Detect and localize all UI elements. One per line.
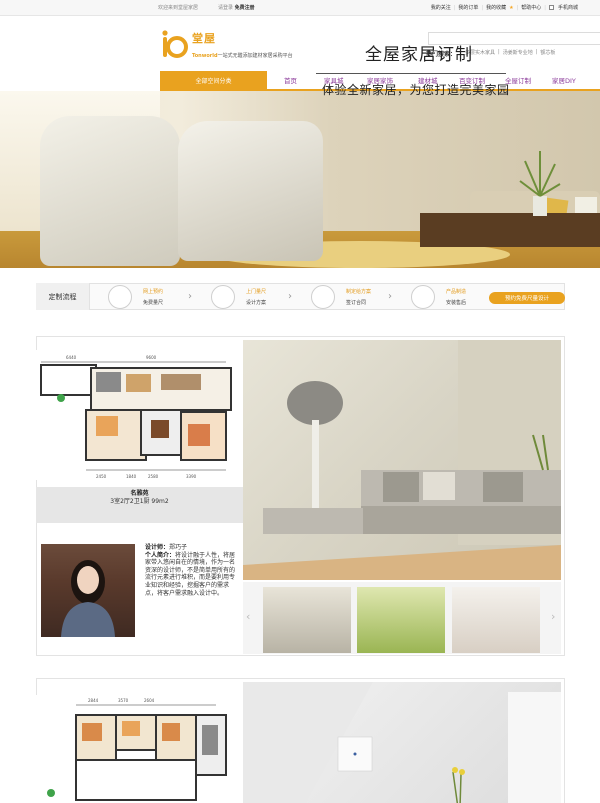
plan-dim: 2580	[148, 474, 159, 479]
banner-coffee-table	[420, 213, 600, 247]
brand-name: 堂屋	[192, 32, 216, 45]
plan-dim: 3390	[186, 474, 197, 479]
slogan-cn: 一站式无醛添加建材家居采购平台	[217, 53, 293, 59]
free-icon	[108, 285, 132, 309]
top-bar: 欢迎来到堂屋家居 请登录 免费注册 我的关注 | 我的订单 | 我的收藏 ★ | 帮助中…	[0, 0, 600, 16]
room-photo[interactable]	[243, 340, 561, 580]
intro-label: 个人简介：	[145, 551, 176, 559]
designer-name: 郑巧子	[169, 544, 188, 551]
star-icon: ★	[509, 4, 514, 11]
plan-dim: 2604	[144, 698, 155, 703]
step-title: 网上预约	[143, 289, 164, 295]
step-title: 制定给方案	[346, 289, 372, 295]
banner-chair-right	[178, 121, 323, 261]
my-follows-link[interactable]: 我的关注	[431, 4, 451, 11]
chevron-left-icon[interactable]: ‹	[246, 610, 250, 623]
banner-divider	[316, 73, 506, 74]
case-spec: 3室2厅2卫1厨 99m2	[110, 498, 169, 505]
banner-subtitle: 体验全新家居，为您打造完美家园	[322, 83, 510, 97]
top-bar-right: 我的关注 | 我的订单 | 我的收藏 ★ | 帮助中心 | 手机商城	[430, 4, 578, 12]
banner-title: 全屋家居订制	[365, 45, 473, 65]
nav-item-home[interactable]: 首页	[284, 75, 297, 85]
contract-icon	[311, 285, 335, 309]
register-link[interactable]: 免费注册	[235, 5, 255, 11]
truck-icon	[411, 285, 435, 309]
chevron-right-icon: ›	[388, 291, 392, 302]
brand-logo-icon[interactable]	[160, 29, 188, 59]
ruler-icon	[211, 285, 235, 309]
step-title: 产品制造	[446, 289, 467, 295]
banner-chair-left	[40, 116, 180, 266]
login-link[interactable]: 请登录	[218, 5, 233, 11]
plan-dim: 1840	[126, 474, 137, 479]
chevron-right-icon[interactable]: ›	[551, 610, 555, 623]
floor-plan[interactable]: 2844 3570 2604	[36, 695, 243, 803]
welcome-text: 欢迎来到堂屋家居	[158, 5, 199, 11]
step-title: 上门量尺	[246, 289, 267, 295]
step-desc: 签订合同	[346, 300, 367, 306]
hot-search-list: 多层实木家具 | 汤姜斯专业地 | 额芯板	[465, 49, 556, 56]
designer-intro: 将设计融于人性，将居家带入悠闲自在的情境，作为一名资深的设计师，不是简单用所有的…	[145, 551, 236, 597]
plan-dim: 2450	[96, 474, 107, 479]
step-desc: 免费量尺	[143, 300, 164, 306]
room-photo[interactable]	[243, 682, 561, 803]
book-free-design-button[interactable]: 预约免费尺量设计	[489, 292, 565, 304]
designer-avatar[interactable]	[41, 544, 135, 637]
plan-dim: 9600	[146, 355, 157, 360]
designer-info: 设计师：郑巧子 个人简介：将设计融于人性，将居家带入悠闲自在的情境，作为一名资深…	[145, 544, 237, 597]
chevron-right-icon: ›	[188, 291, 192, 302]
chevron-right-icon: ›	[288, 291, 292, 302]
my-favorites-link[interactable]: 我的收藏	[486, 4, 506, 11]
slogan-en: Tonworld	[192, 53, 218, 59]
floor-plan[interactable]: 6440 9600 2450 1840 2580 3390	[36, 350, 243, 480]
hot-search-item[interactable]: 额芯板	[540, 49, 555, 56]
hero-banner[interactable]	[0, 91, 600, 268]
step-desc: 设计方案	[246, 300, 267, 306]
thumbnail[interactable]	[452, 587, 540, 653]
plan-dim: 6440	[66, 355, 77, 360]
slogan: Tonworld一站式无醛添加建材家居采购平台	[192, 52, 293, 59]
thumbnail[interactable]	[263, 587, 351, 653]
my-orders-link[interactable]: 我的订单	[458, 4, 478, 11]
plan-dim: 3570	[118, 698, 129, 703]
phone-icon	[548, 5, 554, 10]
mobile-mall-link[interactable]: 手机商城	[558, 4, 578, 11]
all-categories-button[interactable]: 全部空间分类	[160, 71, 267, 90]
plan-dim: 2844	[88, 698, 99, 703]
nav-item-diy[interactable]: 家居DIY	[552, 75, 576, 85]
plant-icon	[519, 151, 561, 216]
step-desc: 安装售后	[446, 300, 467, 306]
top-bar-left: 欢迎来到堂屋家居 请登录 免费注册	[158, 4, 255, 11]
process-label: 定制流程	[36, 283, 90, 310]
help-center-link[interactable]: 帮助中心	[521, 4, 541, 11]
thumbnail[interactable]	[357, 587, 445, 653]
hot-search-item[interactable]: 汤姜斯专业地	[503, 49, 533, 56]
designer-label: 设计师：	[145, 544, 170, 551]
